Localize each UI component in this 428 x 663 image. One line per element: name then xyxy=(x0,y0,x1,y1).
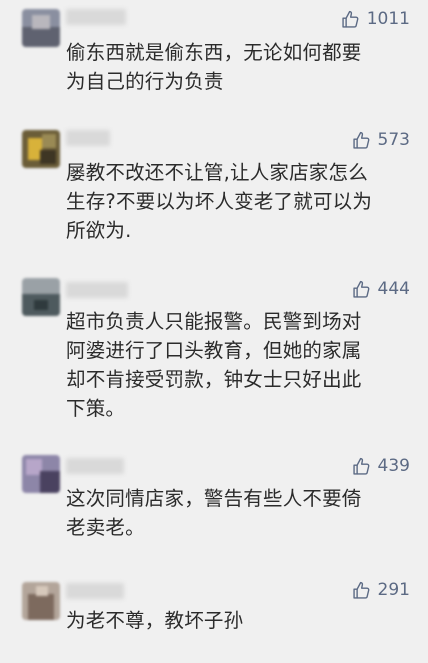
thumbs-up-icon xyxy=(352,131,369,149)
like-button[interactable]: 573 xyxy=(351,128,410,152)
like-count: 444 xyxy=(377,279,410,299)
avatar[interactable] xyxy=(22,455,60,493)
comment-item: 573 屡教不改还不让管,让人家店家怎么 生存?不要以为坏人变老了就可以为 所欲… xyxy=(0,115,428,260)
username-blurred[interactable] xyxy=(66,583,124,599)
avatar[interactable] xyxy=(22,278,60,316)
username-blurred[interactable] xyxy=(66,282,128,298)
like-count: 573 xyxy=(377,130,410,150)
comment-item: 439 这次同情店家，警告有些人不要倚 老卖老。 xyxy=(0,438,428,568)
username-blurred[interactable] xyxy=(66,458,124,474)
comment-item: 444 超市负责人只能报警。民警到场对 阿婆进行了口头教育，但她的家属 却不肯接… xyxy=(0,260,428,438)
like-count: 291 xyxy=(377,580,410,600)
avatar[interactable] xyxy=(22,9,60,47)
thumbs-up-icon xyxy=(352,280,369,298)
like-button[interactable]: 1011 xyxy=(340,7,410,31)
comment-text: 超市负责人只能报警。民警到场对 阿婆进行了口头教育，但她的家属 却不肯接受罚款，… xyxy=(66,310,362,420)
comment-item: 291 为老不尊，教坏子孙 xyxy=(0,568,428,663)
like-count: 1011 xyxy=(366,9,410,29)
like-count: 439 xyxy=(377,456,410,476)
like-button[interactable]: 291 xyxy=(351,578,410,602)
like-button[interactable]: 439 xyxy=(351,454,410,478)
thumbs-up-icon xyxy=(352,581,369,599)
thumbs-up-icon xyxy=(342,10,359,28)
comment-text: 为老不尊，教坏子孙 xyxy=(66,609,244,632)
username-blurred[interactable] xyxy=(66,130,110,146)
avatar[interactable] xyxy=(22,130,60,168)
comment-item: 1011 偷东西就是偷东西，无论如何都要 为自己的行为负责 xyxy=(0,0,428,115)
username-blurred[interactable] xyxy=(66,9,126,25)
comment-text: 这次同情店家，警告有些人不要倚 老卖老。 xyxy=(66,487,362,539)
comment-text: 屡教不改还不让管,让人家店家怎么 生存?不要以为坏人变老了就可以为 所欲为. xyxy=(66,161,373,242)
comment-text: 偷东西就是偷东西，无论如何都要 为自己的行为负责 xyxy=(66,41,362,93)
thumbs-up-icon xyxy=(352,457,369,475)
like-button[interactable]: 444 xyxy=(351,277,410,301)
avatar[interactable] xyxy=(22,582,60,620)
